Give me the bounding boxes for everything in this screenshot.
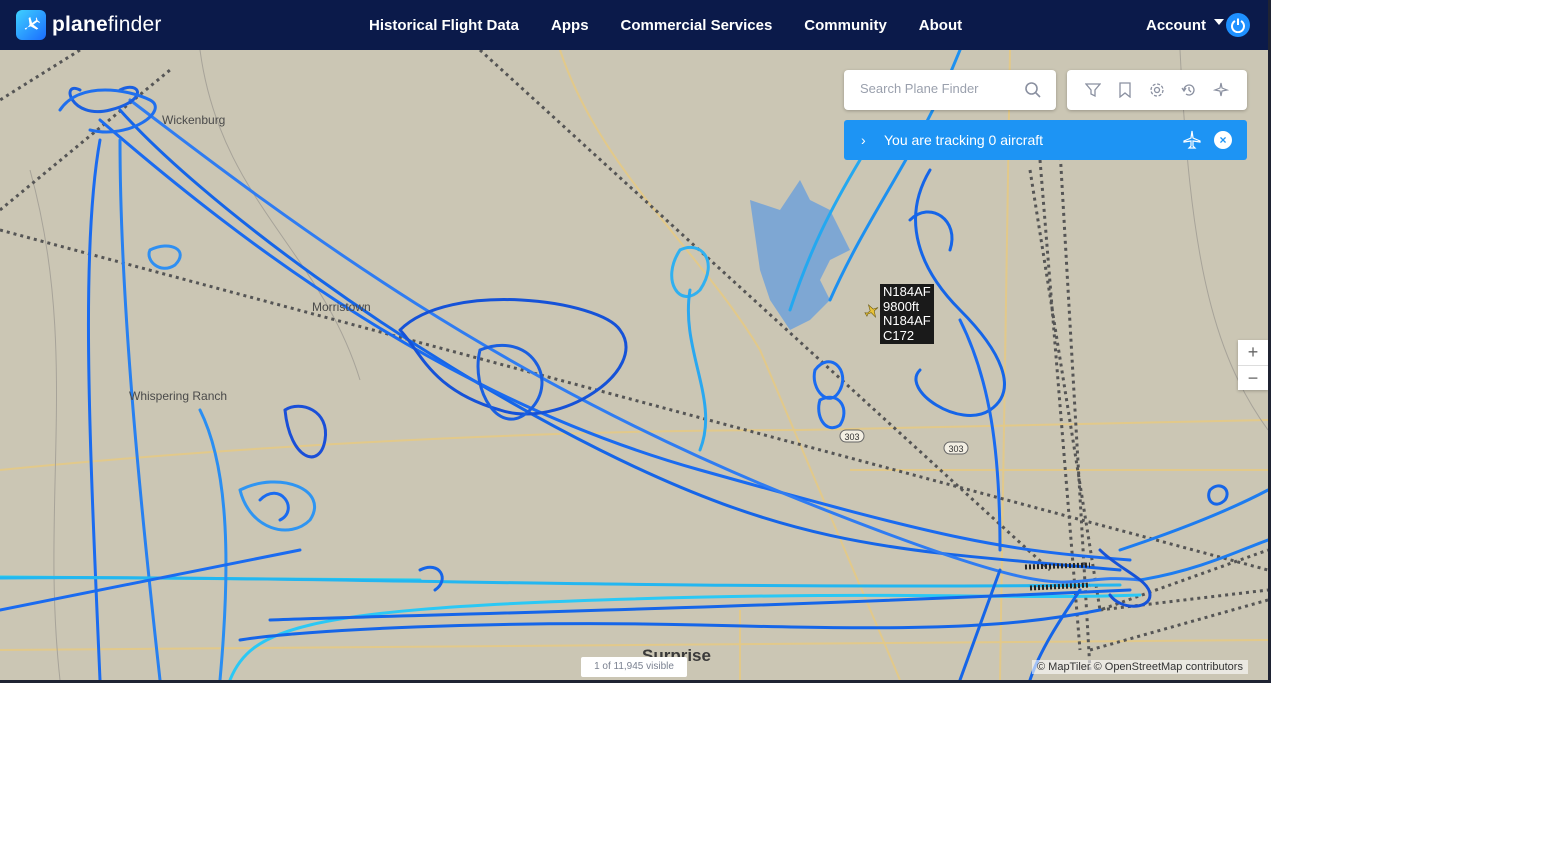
main-nav: Historical Flight Data Apps Commercial S… — [369, 0, 962, 50]
map-attribution[interactable]: © MapTiler © OpenStreetMap contributors — [1032, 660, 1248, 674]
zoom-in-button[interactable]: + — [1238, 340, 1268, 366]
flight-info-label[interactable]: N184AF 9800ft N184AF C172 — [880, 284, 934, 344]
svg-text:303: 303 — [948, 444, 963, 454]
nav-historical-flight-data[interactable]: Historical Flight Data — [369, 17, 519, 34]
planefinder-logo[interactable]: planefinder — [16, 10, 162, 40]
nav-community[interactable]: Community — [804, 17, 887, 34]
zoom-out-button[interactable]: − — [1238, 366, 1268, 391]
filter-icon[interactable] — [1084, 81, 1102, 99]
search-input[interactable] — [858, 80, 1022, 97]
chevron-right-icon[interactable]: › — [861, 132, 866, 148]
plane-logo-icon — [16, 10, 46, 40]
place-wickenburg: Wickenburg — [162, 113, 226, 127]
account-menu[interactable]: Account — [1146, 0, 1224, 50]
power-icon[interactable] — [1226, 13, 1250, 37]
close-icon[interactable]: × — [1214, 131, 1232, 149]
flight-aircraft-type: C172 — [883, 327, 915, 343]
history-icon[interactable] — [1180, 81, 1198, 99]
nav-about[interactable]: About — [919, 17, 962, 34]
nav-apps[interactable]: Apps — [551, 17, 589, 34]
route-shields: 303 303 — [839, 429, 969, 455]
settings-icon[interactable] — [1148, 81, 1166, 99]
search-icon[interactable] — [1024, 81, 1042, 104]
caret-down-icon — [1214, 19, 1224, 25]
zoom-control: + − — [1238, 340, 1268, 390]
airport-icon[interactable] — [1212, 81, 1230, 99]
flight-registration: N184AF — [883, 313, 931, 328]
brand-name: planefinder — [52, 13, 162, 36]
map-toolbar — [1067, 70, 1247, 110]
bookmark-icon[interactable] — [1116, 81, 1134, 99]
visible-count: 1 of 11,945 visible — [581, 657, 687, 677]
tracking-text: You are tracking 0 aircraft — [884, 132, 1044, 148]
app-window: planefinder Historical Flight Data Apps … — [0, 0, 1271, 683]
account-label: Account — [1146, 16, 1206, 34]
search-box[interactable] — [844, 70, 1056, 110]
tracking-banner[interactable]: › You are tracking 0 aircraft × — [844, 120, 1247, 160]
top-navigation-bar: planefinder Historical Flight Data Apps … — [0, 0, 1268, 50]
place-whispering-ranch: Whispering Ranch — [129, 389, 228, 403]
aircraft-marker-icon[interactable] — [864, 303, 880, 324]
nav-commercial-services[interactable]: Commercial Services — [621, 17, 773, 34]
flight-altitude: 9800ft — [883, 298, 920, 314]
flight-callsign: N184AF — [883, 284, 931, 299]
place-morristown: Morristown — [312, 300, 371, 314]
plane-icon — [1182, 130, 1202, 155]
svg-text:303: 303 — [844, 432, 859, 442]
